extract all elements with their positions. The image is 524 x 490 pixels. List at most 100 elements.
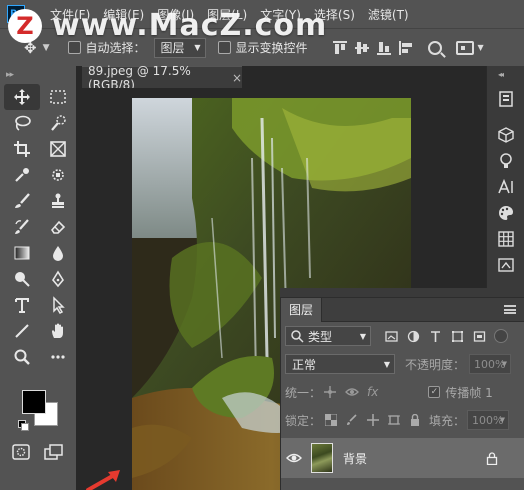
search-icon[interactable]	[427, 40, 442, 55]
panel-collapse-arrows-icon[interactable]: ▸▸	[0, 66, 76, 84]
lock-transparent-icon[interactable]	[325, 414, 338, 426]
blend-mode-value: 正常	[292, 357, 317, 372]
lock-all-icon[interactable]	[409, 414, 421, 426]
photoshop-logo-icon: Ps	[7, 5, 25, 23]
auto-select-dropdown[interactable]: 图层 ▼	[153, 37, 206, 58]
lock-pixels-icon[interactable]	[346, 414, 358, 426]
path-selection-tool-icon[interactable]	[40, 292, 76, 318]
blend-mode-dropdown[interactable]: 正常 ▼	[285, 354, 395, 374]
propagate-frame-checkbox[interactable]: ✓	[428, 386, 441, 398]
shape-filter-icon[interactable]	[451, 330, 464, 343]
type-tool-icon[interactable]	[4, 292, 40, 318]
dodge-tool-icon[interactable]	[4, 266, 40, 292]
more-tools-icon[interactable]	[40, 344, 76, 370]
propagate-frame-label: 传播帧 1	[445, 385, 493, 400]
adjustment-filter-icon[interactable]	[407, 330, 420, 343]
filter-icons	[385, 330, 486, 343]
zoom-tool-icon[interactable]	[4, 344, 40, 370]
grid-icon[interactable]	[487, 226, 524, 252]
unify-visibility-icon[interactable]	[345, 385, 359, 399]
layer-row-background[interactable]: 背景	[281, 438, 524, 478]
unify-position-icon[interactable]	[323, 385, 337, 399]
workspace-icon[interactable]	[455, 40, 474, 55]
character-panel-icon[interactable]	[487, 174, 524, 200]
show-transform-label: 显示变换控件	[235, 41, 308, 55]
hand-tool-icon[interactable]	[40, 318, 76, 344]
pen-tool-icon[interactable]	[40, 266, 76, 292]
chevron-down-icon: ▼	[501, 360, 508, 368]
menu-select[interactable]: 选择(S)	[314, 6, 355, 23]
lasso-tool-icon[interactable]	[4, 110, 40, 136]
move-tool-preset-icon[interactable]: ✥	[24, 39, 37, 57]
layer-name: 背景	[343, 451, 368, 466]
layers-panel: 图层 类型 ▼ 正常 ▼ 不透明度： 100% ▼ 统一： fx ✓ 传播帧 1…	[280, 297, 524, 490]
brush-tool-icon[interactable]	[4, 188, 40, 214]
blur-tool-icon[interactable]	[40, 240, 76, 266]
menu-image[interactable]: 图像(I)	[157, 6, 194, 23]
quick-select-tool-icon[interactable]	[40, 110, 76, 136]
eraser-tool-icon[interactable]	[40, 214, 76, 240]
chevron-down-icon: ▼	[499, 416, 506, 424]
panel-menu-icon[interactable]	[504, 305, 516, 314]
marquee-tool-icon[interactable]	[40, 84, 76, 110]
quick-mask-icon[interactable]	[12, 444, 30, 460]
history-panel-icon[interactable]	[487, 86, 524, 112]
move-tool-icon[interactable]	[4, 84, 40, 110]
type-filter-icon[interactable]	[429, 330, 442, 343]
document-tab[interactable]: 89.jpeg @ 17.5%(RGB/8) ×	[82, 64, 242, 92]
lock-row: 锁定： 填充： 100% ▼	[281, 406, 524, 434]
opacity-field[interactable]: 100% ▼	[469, 354, 512, 374]
show-transform-checkbox[interactable]: 显示变换控件	[217, 39, 308, 56]
checkbox-icon[interactable]	[217, 41, 231, 54]
eyedropper-tool-icon[interactable]	[4, 162, 40, 188]
tools-panel: ▸▸	[0, 66, 76, 490]
collapse-arrows-icon[interactable]: ◂◂	[498, 70, 504, 79]
layer-filter-value: 类型	[308, 329, 333, 344]
visibility-eye-icon[interactable]	[281, 452, 307, 464]
fill-label: 填充：	[429, 413, 466, 428]
filter-toggle[interactable]	[494, 329, 508, 343]
checkbox-icon[interactable]	[67, 41, 81, 54]
lock-artboard-icon[interactable]	[388, 414, 401, 426]
pixel-filter-icon[interactable]	[385, 330, 398, 343]
frame-tool-icon[interactable]	[40, 136, 76, 162]
screen-mode-icon[interactable]	[44, 444, 64, 460]
chevron-down-icon: ▼	[383, 359, 390, 369]
line-tool-icon[interactable]	[4, 318, 40, 344]
menu-type[interactable]: 文字(Y)	[260, 6, 301, 23]
brush-settings-icon[interactable]	[487, 252, 524, 278]
color-swatches	[18, 388, 64, 434]
crop-tool-icon[interactable]	[4, 136, 40, 162]
menu-file[interactable]: 文件(F)	[50, 6, 90, 23]
align-left-icon[interactable]	[398, 40, 414, 56]
unify-label: 统一：	[285, 385, 322, 400]
3d-panel-icon[interactable]	[487, 122, 524, 148]
gradient-tool-icon[interactable]	[4, 240, 40, 266]
tab-layers[interactable]: 图层	[281, 297, 323, 322]
close-icon[interactable]: ×	[232, 71, 242, 85]
menu-layer[interactable]: 图层(L)	[207, 6, 247, 23]
lock-position-icon[interactable]	[367, 414, 380, 426]
layer-filter-dropdown[interactable]: 类型 ▼	[285, 326, 371, 346]
unify-style-icon[interactable]: fx	[367, 385, 378, 399]
menu-filter[interactable]: 滤镜(T)	[368, 6, 409, 23]
chevron-down-icon[interactable]: ▼	[478, 43, 484, 52]
smart-object-filter-icon[interactable]	[473, 330, 486, 343]
lock-icon	[486, 451, 498, 465]
fill-field[interactable]: 100% ▼	[467, 410, 510, 430]
auto-select-label: 自动选择：	[85, 41, 146, 55]
history-brush-tool-icon[interactable]	[4, 214, 40, 240]
menu-edit[interactable]: 编辑(E)	[103, 6, 144, 23]
chevron-down-icon[interactable]: ▼	[43, 43, 50, 53]
align-top-icon[interactable]	[332, 40, 348, 56]
auto-select-checkbox[interactable]: 自动选择：	[67, 39, 146, 56]
healing-brush-tool-icon[interactable]	[40, 162, 76, 188]
align-bottom-icon[interactable]	[376, 40, 392, 56]
palette-icon[interactable]	[487, 200, 524, 226]
foreground-color-swatch[interactable]	[22, 390, 46, 414]
align-middle-icon[interactable]	[354, 40, 370, 56]
blend-row: 正常 ▼ 不透明度： 100% ▼	[281, 350, 524, 378]
default-colors-icon[interactable]	[18, 420, 29, 431]
stamp-tool-icon[interactable]	[40, 188, 76, 214]
lightbulb-icon[interactable]	[487, 148, 524, 174]
